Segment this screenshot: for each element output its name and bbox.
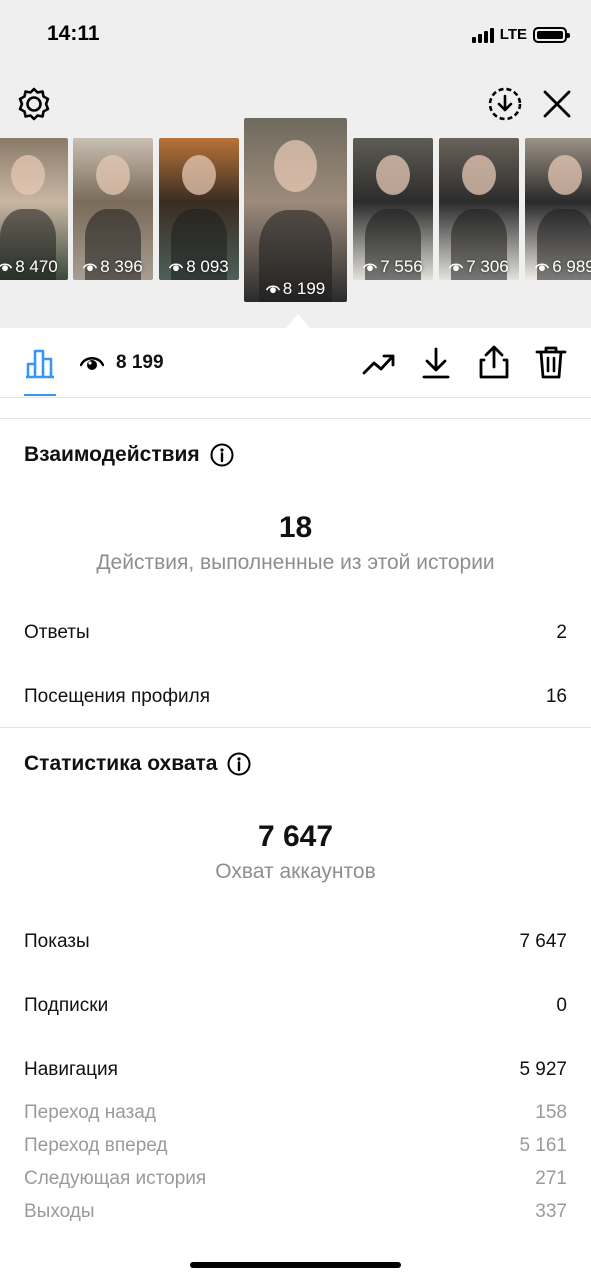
nav-value: 271 xyxy=(535,1168,567,1189)
nav-row-next-story: Следующая история 271 xyxy=(24,1168,567,1190)
stat-value: 7 647 xyxy=(519,931,567,952)
eye-icon xyxy=(363,263,378,272)
stat-row-navigation: Навигация 5 927 xyxy=(24,1059,567,1081)
story-thumbnail[interactable]: 6 989 xyxy=(525,138,591,280)
stat-label: Посещения профиля xyxy=(24,686,210,707)
story-thumbnail[interactable]: 8 093 xyxy=(159,138,239,280)
status-time: 14:11 xyxy=(47,22,100,45)
toolbar-view-count: 8 199 xyxy=(80,352,164,374)
story-figure xyxy=(548,155,582,195)
reach-title: Статистика охвата xyxy=(24,752,251,776)
story-thumbnail[interactable]: 8 199 xyxy=(244,118,347,302)
stat-row-impressions: Показы 7 647 xyxy=(24,931,567,953)
story-view-count: 8 396 xyxy=(73,257,153,277)
stat-value: 5 927 xyxy=(519,1059,567,1080)
story-thumbnail[interactable]: 8 396 xyxy=(73,138,153,280)
trending-icon[interactable] xyxy=(361,345,397,381)
stat-row-replies: Ответы 2 xyxy=(24,622,567,644)
stat-value: 16 xyxy=(545,686,567,707)
eye-icon xyxy=(0,263,13,272)
story-view-count: 8 199 xyxy=(244,279,347,299)
nav-label: Выходы xyxy=(24,1201,95,1222)
story-figure xyxy=(376,155,410,195)
story-figure xyxy=(273,140,317,192)
story-toolbar: 8 199 xyxy=(0,328,591,398)
story-thumbnail[interactable]: 8 470 xyxy=(0,138,68,280)
eye-icon xyxy=(265,285,280,294)
stat-label: Ответы xyxy=(24,622,90,643)
story-thumbnail[interactable]: 7 556 xyxy=(353,138,433,280)
view-count-value: 8 199 xyxy=(116,352,164,373)
reach-title-text: Статистика охвата xyxy=(24,752,218,775)
battery-icon xyxy=(533,26,570,43)
nav-value: 5 161 xyxy=(519,1135,567,1156)
info-icon[interactable] xyxy=(227,752,251,776)
story-preview-area: 14:11 LTE 8 470 8 396 8 093 8 199 7 556 7 306… xyxy=(0,0,591,328)
story-view-count: 6 989 xyxy=(525,257,591,277)
story-view-count: 7 556 xyxy=(353,257,433,277)
story-views-value: 7 556 xyxy=(380,257,423,276)
nav-value: 337 xyxy=(535,1201,567,1222)
story-views-value: 8 396 xyxy=(100,257,143,276)
story-views-value: 6 989 xyxy=(552,257,591,276)
active-tab-indicator xyxy=(24,394,56,396)
story-views-value: 7 306 xyxy=(466,257,509,276)
nav-label: Переход вперед xyxy=(24,1135,168,1156)
network-label: LTE xyxy=(499,26,527,43)
eye-icon xyxy=(169,263,184,272)
nav-row-back: Переход назад 158 xyxy=(24,1102,567,1124)
eye-icon xyxy=(535,263,550,272)
story-views-value: 8 470 xyxy=(15,257,58,276)
nav-row-exits: Выходы 337 xyxy=(24,1201,567,1223)
stat-row-profile-visits: Посещения профиля 16 xyxy=(24,686,567,708)
nav-label: Переход назад xyxy=(24,1102,156,1123)
share-icon[interactable] xyxy=(476,343,512,381)
story-figure xyxy=(182,155,216,195)
home-indicator xyxy=(190,1262,401,1268)
nav-label: Следующая история xyxy=(24,1168,207,1189)
story-views-value: 8 093 xyxy=(186,257,229,276)
reach-section: Статистика охвата 7 647 Охват аккаунтов … xyxy=(0,728,591,1248)
story-views-value: 8 199 xyxy=(282,279,326,298)
status-indicators: LTE xyxy=(471,26,570,43)
stat-value: 2 xyxy=(556,622,567,643)
insights-bar-chart-icon[interactable] xyxy=(22,345,58,381)
reach-total-label: Охват аккаунтов xyxy=(215,860,376,883)
story-thumbnail[interactable]: 7 306 xyxy=(439,138,519,280)
story-thumbnails: 8 470 8 396 8 093 8 199 7 556 7 306 6 989 xyxy=(0,118,591,304)
stat-label: Навигация xyxy=(24,1059,118,1080)
story-view-count: 8 093 xyxy=(159,257,239,277)
download-icon[interactable] xyxy=(418,345,454,381)
interactions-total-label: Действия, выполненные из этой истории xyxy=(96,551,495,574)
status-bar: 14:11 LTE xyxy=(0,0,591,70)
reach-total: 7 647 xyxy=(257,820,334,853)
eye-icon xyxy=(83,263,98,272)
story-figure xyxy=(96,155,130,195)
interactions-section: Взаимодействия 18 Действия, выполненные … xyxy=(0,419,591,727)
selected-pointer xyxy=(286,314,310,328)
stat-label: Показы xyxy=(24,931,90,952)
nav-row-forward: Переход вперед 5 161 xyxy=(24,1135,567,1157)
delete-trash-icon[interactable] xyxy=(533,343,569,381)
interactions-title-text: Взаимодействия xyxy=(24,443,200,466)
story-view-count: 7 306 xyxy=(439,257,519,277)
info-icon[interactable] xyxy=(210,443,234,467)
interactions-total: 18 xyxy=(278,511,313,544)
story-figure xyxy=(462,155,496,195)
nav-value: 158 xyxy=(535,1102,567,1123)
signal-icon xyxy=(471,27,494,43)
story-figure xyxy=(11,155,45,195)
eye-icon xyxy=(80,357,104,370)
stat-row-follows: Подписки 0 xyxy=(24,995,567,1017)
stat-label: Подписки xyxy=(24,995,109,1016)
story-view-count: 8 470 xyxy=(0,257,68,277)
eye-icon xyxy=(449,263,464,272)
interactions-title: Взаимодействия xyxy=(24,443,234,467)
stat-value: 0 xyxy=(556,995,567,1016)
